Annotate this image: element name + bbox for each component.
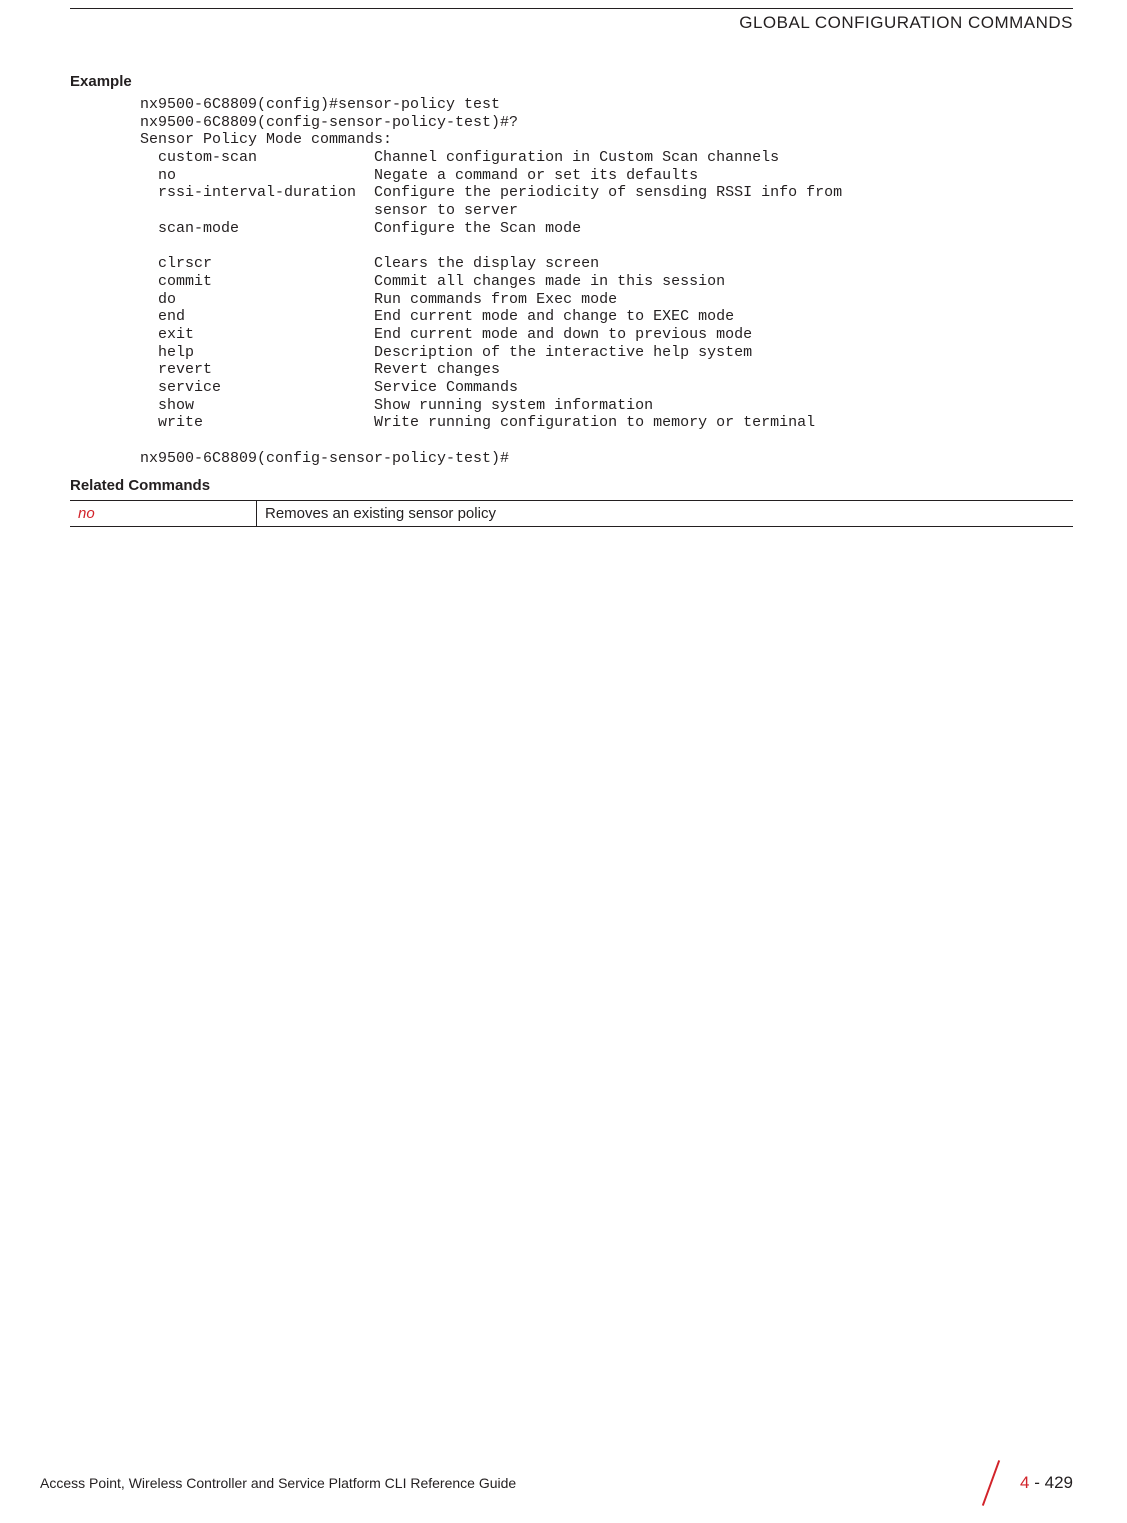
footer-page-number: 4 - 429: [970, 1463, 1073, 1503]
example-heading: Example: [70, 73, 1073, 90]
page-footer: Access Point, Wireless Controller and Se…: [0, 1463, 1127, 1503]
table-row: no Removes an existing sensor policy: [70, 501, 1073, 527]
page-sep: -: [1030, 1473, 1045, 1492]
page-content: Example nx9500-6C8809(config)#sensor-pol…: [70, 73, 1073, 527]
cli-output: nx9500-6C8809(config)#sensor-policy test…: [140, 96, 1073, 467]
page-num: 429: [1045, 1473, 1073, 1492]
slash-icon: [970, 1463, 1010, 1503]
related-commands-table: no Removes an existing sensor policy: [70, 500, 1073, 527]
page-section: 4: [1020, 1473, 1029, 1492]
page-header: GLOBAL CONFIGURATION COMMANDS: [70, 8, 1073, 33]
related-cmd-name: no: [70, 501, 257, 527]
footer-guide-title: Access Point, Wireless Controller and Se…: [40, 1475, 516, 1491]
related-commands-heading: Related Commands: [70, 477, 1073, 494]
related-cmd-desc: Removes an existing sensor policy: [257, 501, 1074, 527]
